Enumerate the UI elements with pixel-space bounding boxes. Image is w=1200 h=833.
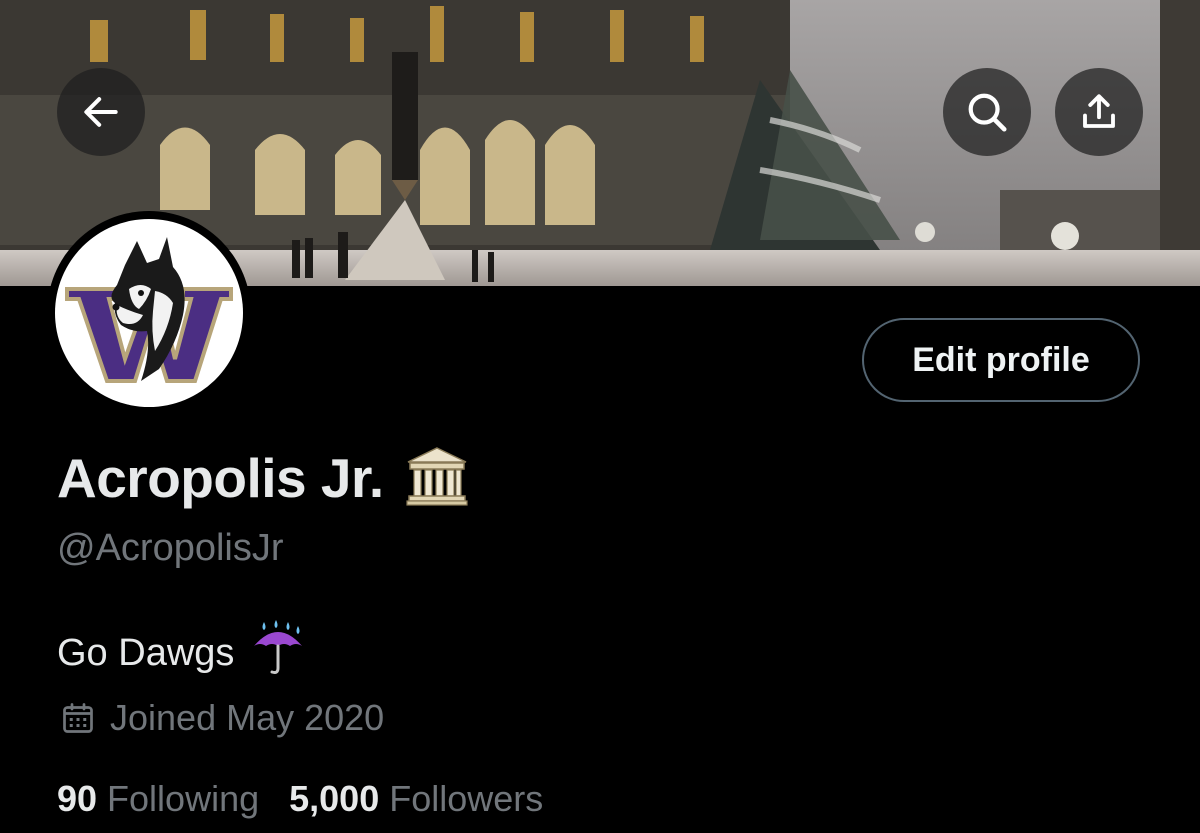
classical-building-emoji <box>406 446 468 511</box>
followers-link[interactable]: 5,000 Followers <box>289 778 543 820</box>
search-button[interactable] <box>943 68 1031 156</box>
share-icon <box>1083 94 1115 128</box>
following-link[interactable]: 90 Following <box>57 778 259 820</box>
following-count: 90 <box>57 778 98 819</box>
display-name: Acropolis Jr. <box>57 447 384 509</box>
share-button[interactable] <box>1055 68 1143 156</box>
umbrella-with-rain-emoji <box>250 620 306 686</box>
joined-text: Joined May 2020 <box>110 697 385 738</box>
back-button[interactable] <box>57 68 145 156</box>
joined-date: Joined May 2020 <box>60 697 384 739</box>
avatar-image <box>55 219 243 407</box>
following-label: Following <box>107 778 260 819</box>
arrow-left-icon <box>84 97 118 127</box>
followers-label: Followers <box>389 778 544 819</box>
edit-profile-button[interactable]: Edit profile <box>862 318 1140 402</box>
search-icon <box>968 93 1007 132</box>
handle: @AcropolisJr <box>57 527 284 569</box>
bio-text: Go Dawgs <box>57 631 235 674</box>
husky-w-logo <box>65 237 233 383</box>
follow-stats: 90 Following 5,000 Followers <box>57 778 543 820</box>
bio: Go Dawgs <box>57 620 306 686</box>
calendar-icon <box>63 703 93 733</box>
name-row: Acropolis Jr. <box>57 446 468 510</box>
avatar[interactable] <box>47 211 251 415</box>
followers-count: 5,000 <box>289 778 380 819</box>
